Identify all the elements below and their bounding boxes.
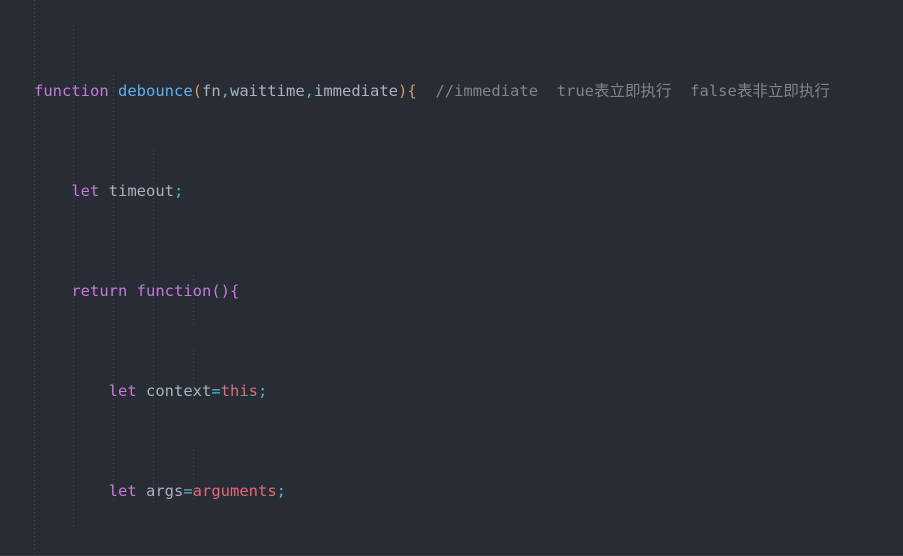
- token-paren-open: (: [192, 82, 202, 100]
- token-brace-open: {: [230, 282, 240, 300]
- token-keyword-let: let: [71, 182, 100, 200]
- code-line-1[interactable]: function debounce(fn,waittime,immediate)…: [0, 79, 903, 104]
- token-keyword-function: function: [34, 82, 109, 100]
- code-line-3[interactable]: return function(){: [0, 279, 903, 304]
- token-identifier-args: args: [146, 482, 184, 500]
- code-editor-surface[interactable]: function debounce(fn,waittime,immediate)…: [0, 0, 903, 556]
- token-literal-arguments: arguments: [192, 482, 277, 500]
- token-keyword-let: let: [108, 382, 137, 400]
- token-paren-close: ): [220, 282, 231, 300]
- code-line-4[interactable]: let context=this;: [0, 379, 903, 404]
- token-param-waittime: waittime: [230, 82, 305, 100]
- token-paren-open: (: [211, 282, 221, 300]
- token-comment: //immediate true表立即执行 false表非立即执行: [435, 82, 830, 100]
- token-keyword-function: function: [136, 282, 212, 300]
- token-keyword-let: let: [108, 482, 137, 500]
- token-literal-this: this: [220, 382, 258, 400]
- token-identifier-context: context: [146, 382, 212, 400]
- token-param-immediate: immediate: [314, 82, 399, 100]
- token-brace-open: {: [407, 82, 417, 100]
- code-content[interactable]: function debounce(fn,waittime,immediate)…: [0, 4, 903, 556]
- code-line-5[interactable]: let args=arguments;: [0, 479, 903, 504]
- token-param-fn: fn: [202, 82, 221, 100]
- token-function-debounce: debounce: [118, 82, 193, 100]
- token-paren-close: ): [398, 82, 408, 100]
- token-keyword-return: return: [71, 282, 128, 300]
- token-identifier-timeout: timeout: [108, 182, 174, 200]
- code-line-2[interactable]: let timeout;: [0, 179, 903, 204]
